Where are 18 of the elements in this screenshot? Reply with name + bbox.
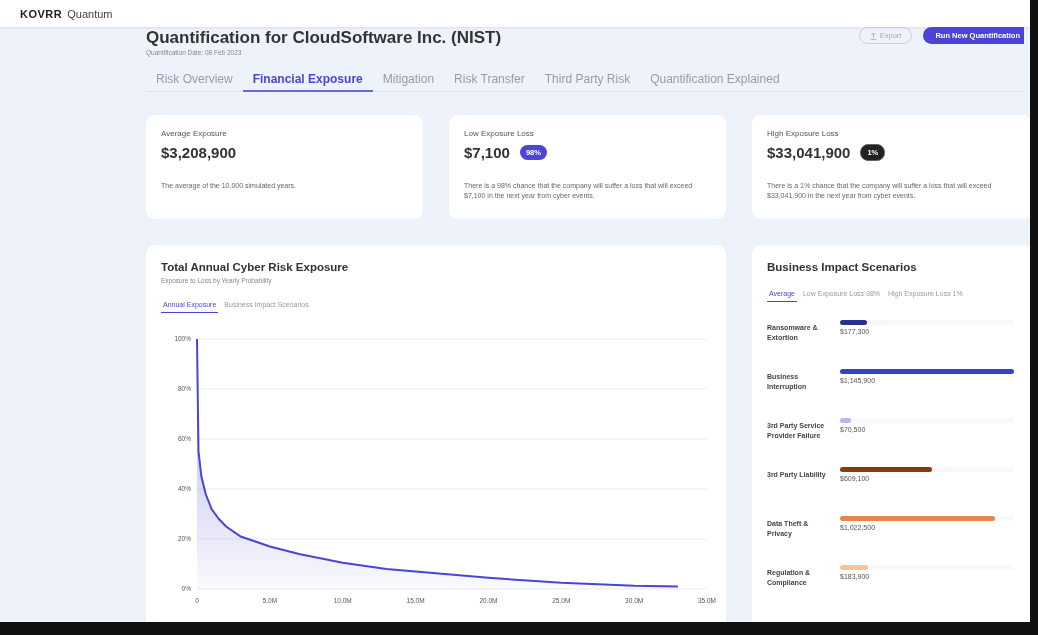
nav-tab[interactable]: Quantification Explained (640, 68, 790, 92)
logo: KOVRR (20, 7, 63, 20)
nav-tab[interactable]: Financial Exposure (242, 68, 373, 92)
nav-tab[interactable]: Third Party Risk (534, 68, 641, 92)
card-label: Low Exposure Loss (464, 129, 535, 138)
nav-tab[interactable]: Risk Overview (146, 68, 243, 92)
card-value: $33,041,900 (767, 144, 851, 161)
panel-title: Business Impact Scenarios (767, 261, 918, 273)
card-value: $3,208,900 (161, 144, 237, 161)
product-name: Quantum (67, 7, 113, 20)
card-label: High Exposure Loss (767, 129, 840, 138)
nav-tab[interactable]: Mitigation (372, 68, 445, 92)
card-value: $7,100 (464, 144, 510, 161)
nav-tab[interactable]: Risk Transfer (444, 68, 535, 92)
upload-icon (869, 31, 877, 40)
card-label: Average Exposure (161, 129, 228, 138)
panel-title: Total Annual Cyber Risk Exposure (161, 261, 350, 273)
page-title: Quantification for CloudSoftware Inc. (NIST) (146, 27, 502, 49)
